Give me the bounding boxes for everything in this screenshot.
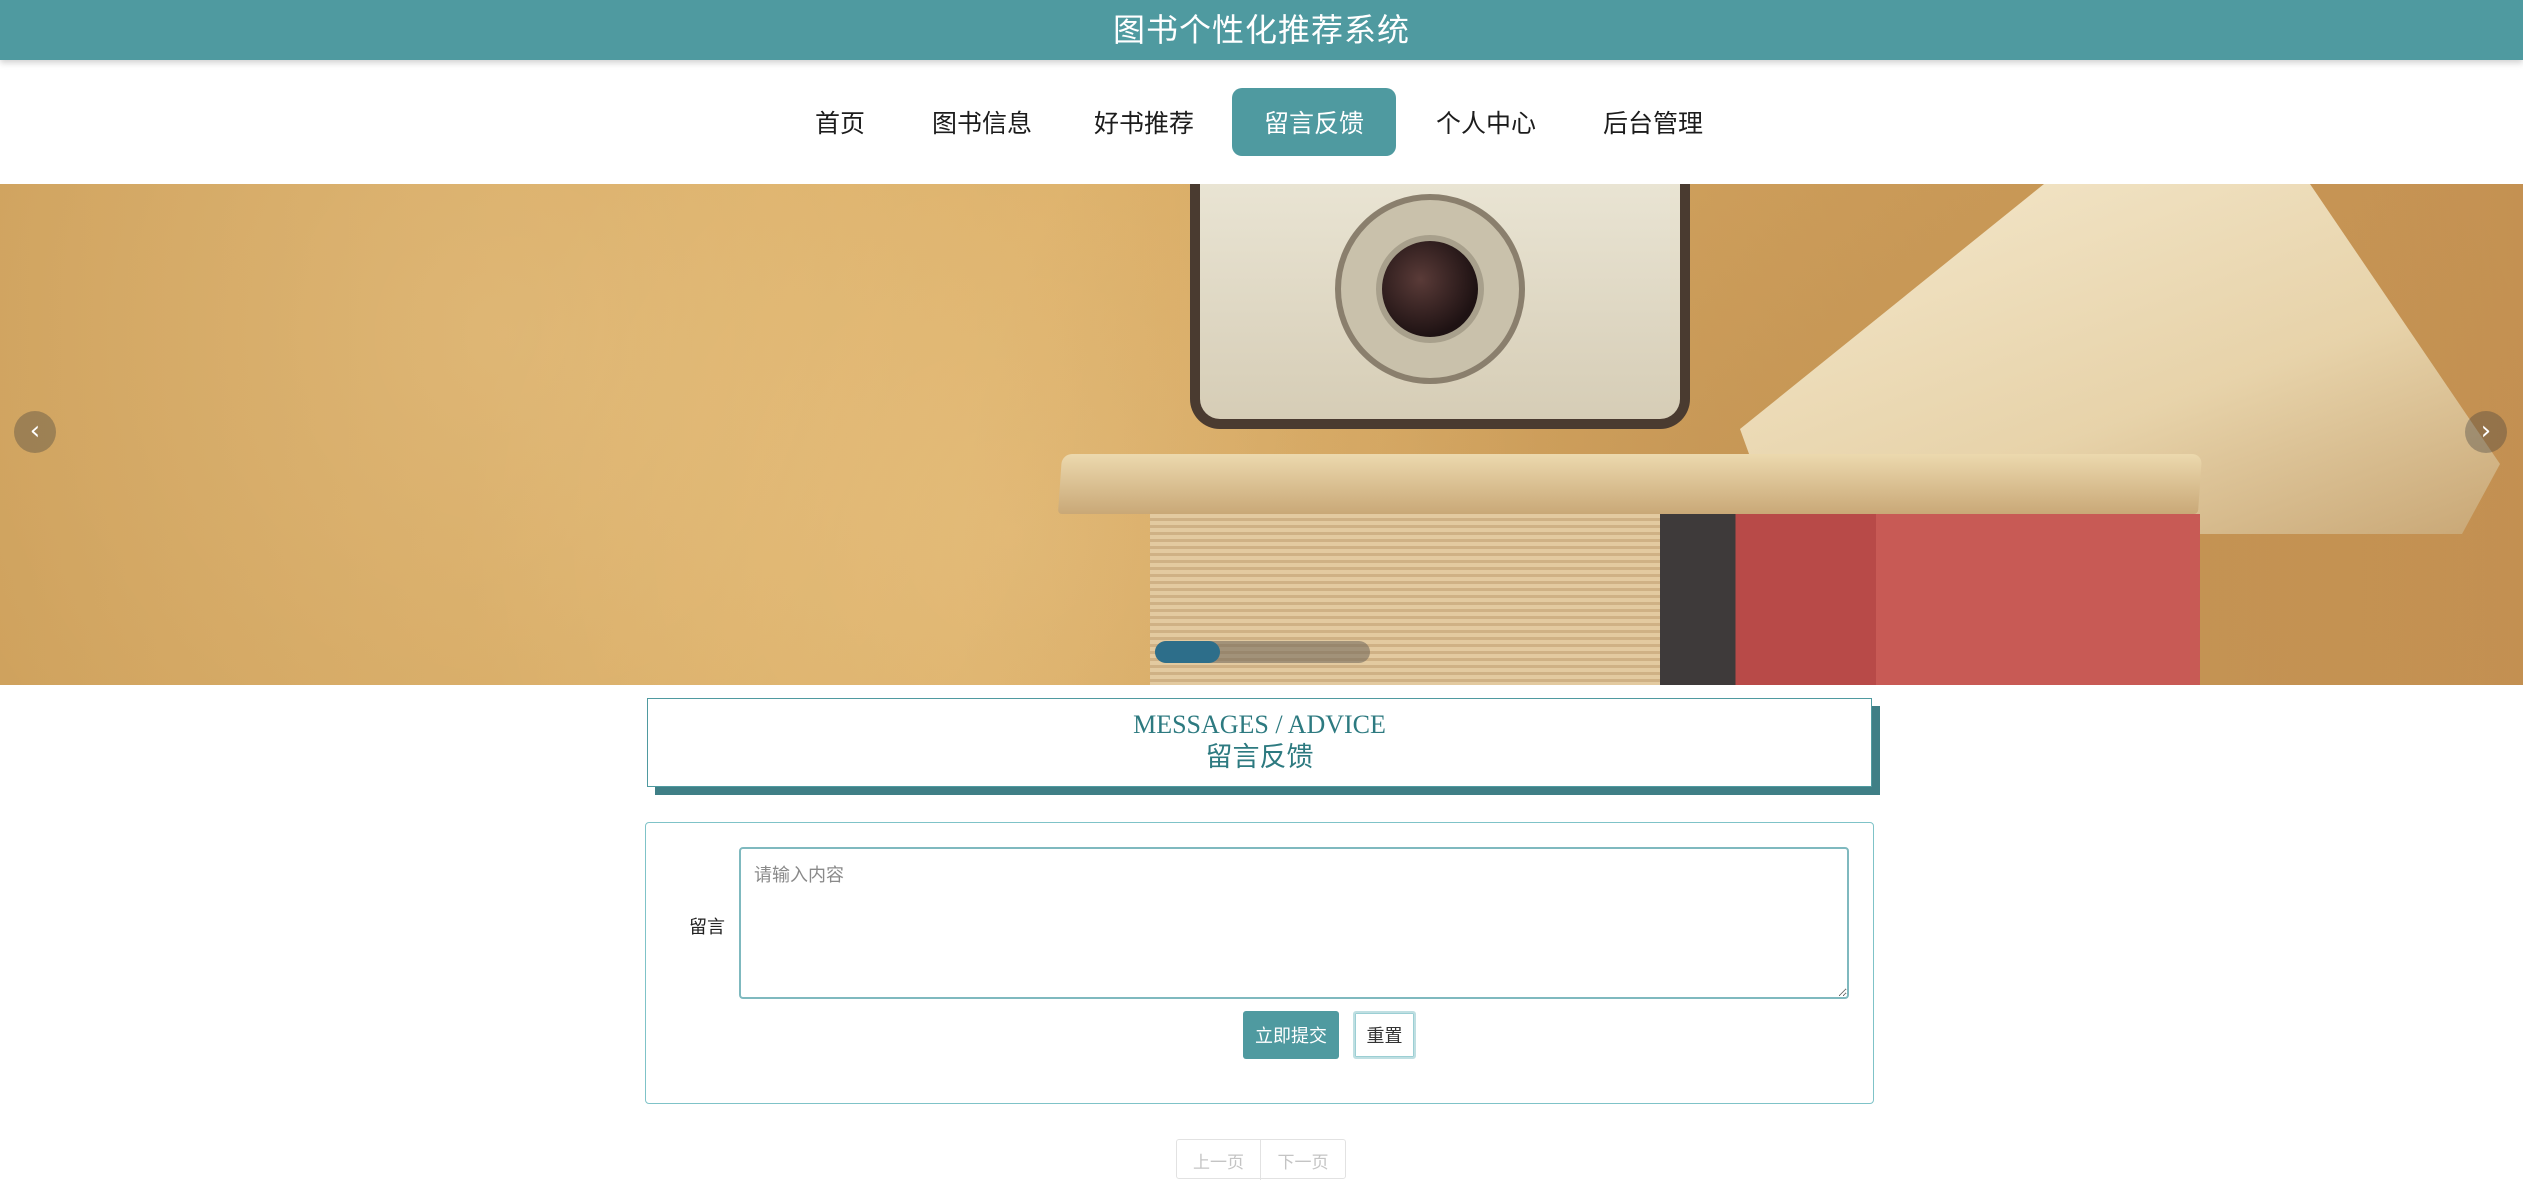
feedback-form: 留言 立即提交 重置 <box>645 822 1874 1104</box>
carousel-prev-arrow-icon[interactable]: ‹ <box>14 411 56 453</box>
nav-item-recommend[interactable]: 好书推荐 <box>1089 88 1199 156</box>
site-title: 图书个性化推荐系统 <box>1112 11 1410 49</box>
carousel-progress-fill <box>1155 641 1220 663</box>
camera-lens <box>1376 235 1484 343</box>
submit-button[interactable]: 立即提交 <box>1243 1011 1339 1059</box>
nav-item-personal-center[interactable]: 个人中心 <box>1432 88 1540 156</box>
hero-carousel <box>0 184 2523 685</box>
carousel-progress-track[interactable] <box>1155 641 1370 663</box>
banner-camera-image <box>1190 184 1690 429</box>
nav-item-book-info[interactable]: 图书信息 <box>928 88 1036 156</box>
carousel-next-arrow-icon[interactable]: › <box>2465 411 2507 453</box>
next-page-button[interactable]: 下一页 <box>1261 1140 1345 1180</box>
message-label: 留言 <box>689 917 725 938</box>
prev-page-button[interactable]: 上一页 <box>1177 1140 1261 1180</box>
main-nav: 首页 图书信息 好书推荐 留言反馈 个人中心 后台管理 <box>0 60 2523 184</box>
section-title-cn: 留言反馈 <box>1205 742 1314 772</box>
pagination: 上一页 下一页 <box>1176 1139 1346 1180</box>
camera-lens-ring <box>1335 194 1525 384</box>
top-header-bar: 图书个性化推荐系统 <box>0 0 2523 60</box>
book-cover <box>1057 454 2203 514</box>
section-title-box: MESSAGES / ADVICE 留言反馈 <box>647 698 1872 787</box>
nav-item-feedback[interactable]: 留言反馈 <box>1232 88 1396 156</box>
message-textarea[interactable] <box>739 847 1849 999</box>
reset-button[interactable]: 重置 <box>1353 1011 1416 1059</box>
nav-item-admin[interactable]: 后台管理 <box>1598 88 1708 156</box>
nav-item-home[interactable]: 首页 <box>803 88 877 156</box>
book-spine <box>1660 514 2200 685</box>
section-title-en: MESSAGES / ADVICE <box>1133 710 1386 739</box>
